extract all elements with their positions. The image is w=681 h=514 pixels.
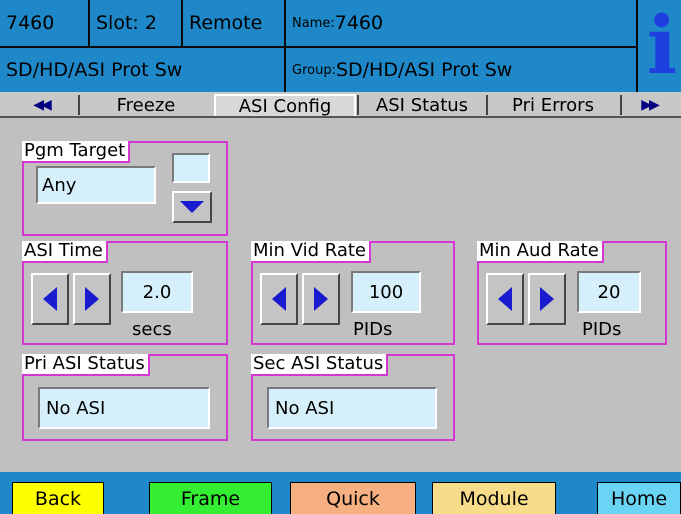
min-aud-rate-increment-button[interactable]	[528, 273, 566, 325]
right-arrow-icon	[314, 287, 328, 311]
min-vid-rate-unit: PIDs	[353, 319, 393, 340]
tab-freeze[interactable]: Freeze	[82, 94, 210, 116]
pri-asi-status-value: No ASI	[38, 387, 210, 429]
tab-bar: ◀◀ Freeze ASI Config ASI Status Pri Erro…	[0, 92, 681, 118]
pri-asi-status-group: Pri ASI Status No ASI	[22, 354, 228, 441]
asi-time-label: ASI Time	[22, 241, 108, 263]
asi-time-value[interactable]: 2.0	[121, 271, 193, 313]
tab-next-button[interactable]: ▶▶	[624, 94, 674, 116]
slot-label: Slot: 2	[90, 0, 183, 46]
pri-asi-status-label: Pri ASI Status	[22, 354, 150, 376]
pgm-target-value[interactable]: Any	[36, 166, 156, 204]
min-aud-rate-label: Min Aud Rate	[477, 241, 604, 263]
module-button[interactable]: Module	[432, 482, 556, 514]
sec-asi-status-label: Sec ASI Status	[251, 354, 389, 376]
left-arrow-icon	[498, 287, 512, 311]
min-vid-rate-decrement-button[interactable]	[260, 273, 298, 325]
min-vid-rate-increment-button[interactable]	[302, 273, 340, 325]
info-button[interactable]: i	[636, 0, 681, 92]
tab-asi-status[interactable]: ASI Status	[360, 94, 484, 116]
tab-divider	[620, 95, 622, 115]
header-row-2: SD/HD/ASI Prot Sw Group: SD/HD/ASI Prot S…	[0, 48, 636, 92]
back-button[interactable]: Back	[12, 482, 104, 514]
pgm-target-label: Pgm Target	[22, 141, 131, 163]
min-aud-rate-group: Min Aud Rate 20 PIDs	[477, 241, 667, 345]
tab-divider	[486, 95, 488, 115]
asi-time-group: ASI Time 2.0 secs	[22, 241, 228, 345]
tab-divider	[357, 95, 359, 115]
group-field: Group: SD/HD/ASI Prot Sw	[292, 59, 513, 81]
min-vid-rate-label: Min Vid Rate	[251, 241, 372, 263]
tab-divider	[78, 95, 80, 115]
asi-time-unit: secs	[132, 319, 172, 340]
pgm-target-group: Pgm Target Any	[22, 141, 228, 236]
home-button[interactable]: Home	[597, 482, 681, 514]
min-aud-rate-decrement-button[interactable]	[486, 273, 524, 325]
min-aud-rate-value[interactable]: 20	[577, 271, 641, 313]
right-arrow-icon	[540, 287, 554, 311]
left-arrow-icon	[272, 287, 286, 311]
left-arrow-icon	[43, 287, 57, 311]
dropdown-arrow-icon	[180, 201, 204, 213]
header-row-1: 7460 Slot: 2 Remote Name: 7460	[0, 0, 636, 46]
right-arrow-icon	[85, 287, 99, 311]
asi-time-decrement-button[interactable]	[31, 273, 69, 325]
device-id: 7460	[0, 0, 90, 46]
min-aud-rate-unit: PIDs	[582, 319, 622, 340]
pgm-target-dropdown-button[interactable]	[172, 191, 212, 223]
tab-asi-config[interactable]: ASI Config	[214, 94, 356, 117]
min-vid-rate-value[interactable]: 100	[351, 271, 421, 313]
pgm-target-indicator	[172, 153, 210, 183]
frame-button[interactable]: Frame	[149, 482, 272, 514]
tab-prev-button[interactable]: ◀◀	[6, 94, 76, 116]
quick-button[interactable]: Quick	[290, 482, 416, 514]
name-field: Name: 7460	[292, 12, 384, 34]
product-name: SD/HD/ASI Prot Sw	[0, 48, 286, 92]
tab-pri-errors[interactable]: Pri Errors	[489, 94, 617, 116]
asi-time-increment-button[interactable]	[73, 273, 111, 325]
info-icon: i	[646, 0, 678, 92]
mode-label: Remote	[183, 0, 286, 46]
sec-asi-status-value: No ASI	[267, 387, 437, 429]
sec-asi-status-group: Sec ASI Status No ASI	[251, 354, 455, 441]
min-vid-rate-group: Min Vid Rate 100 PIDs	[251, 241, 455, 345]
